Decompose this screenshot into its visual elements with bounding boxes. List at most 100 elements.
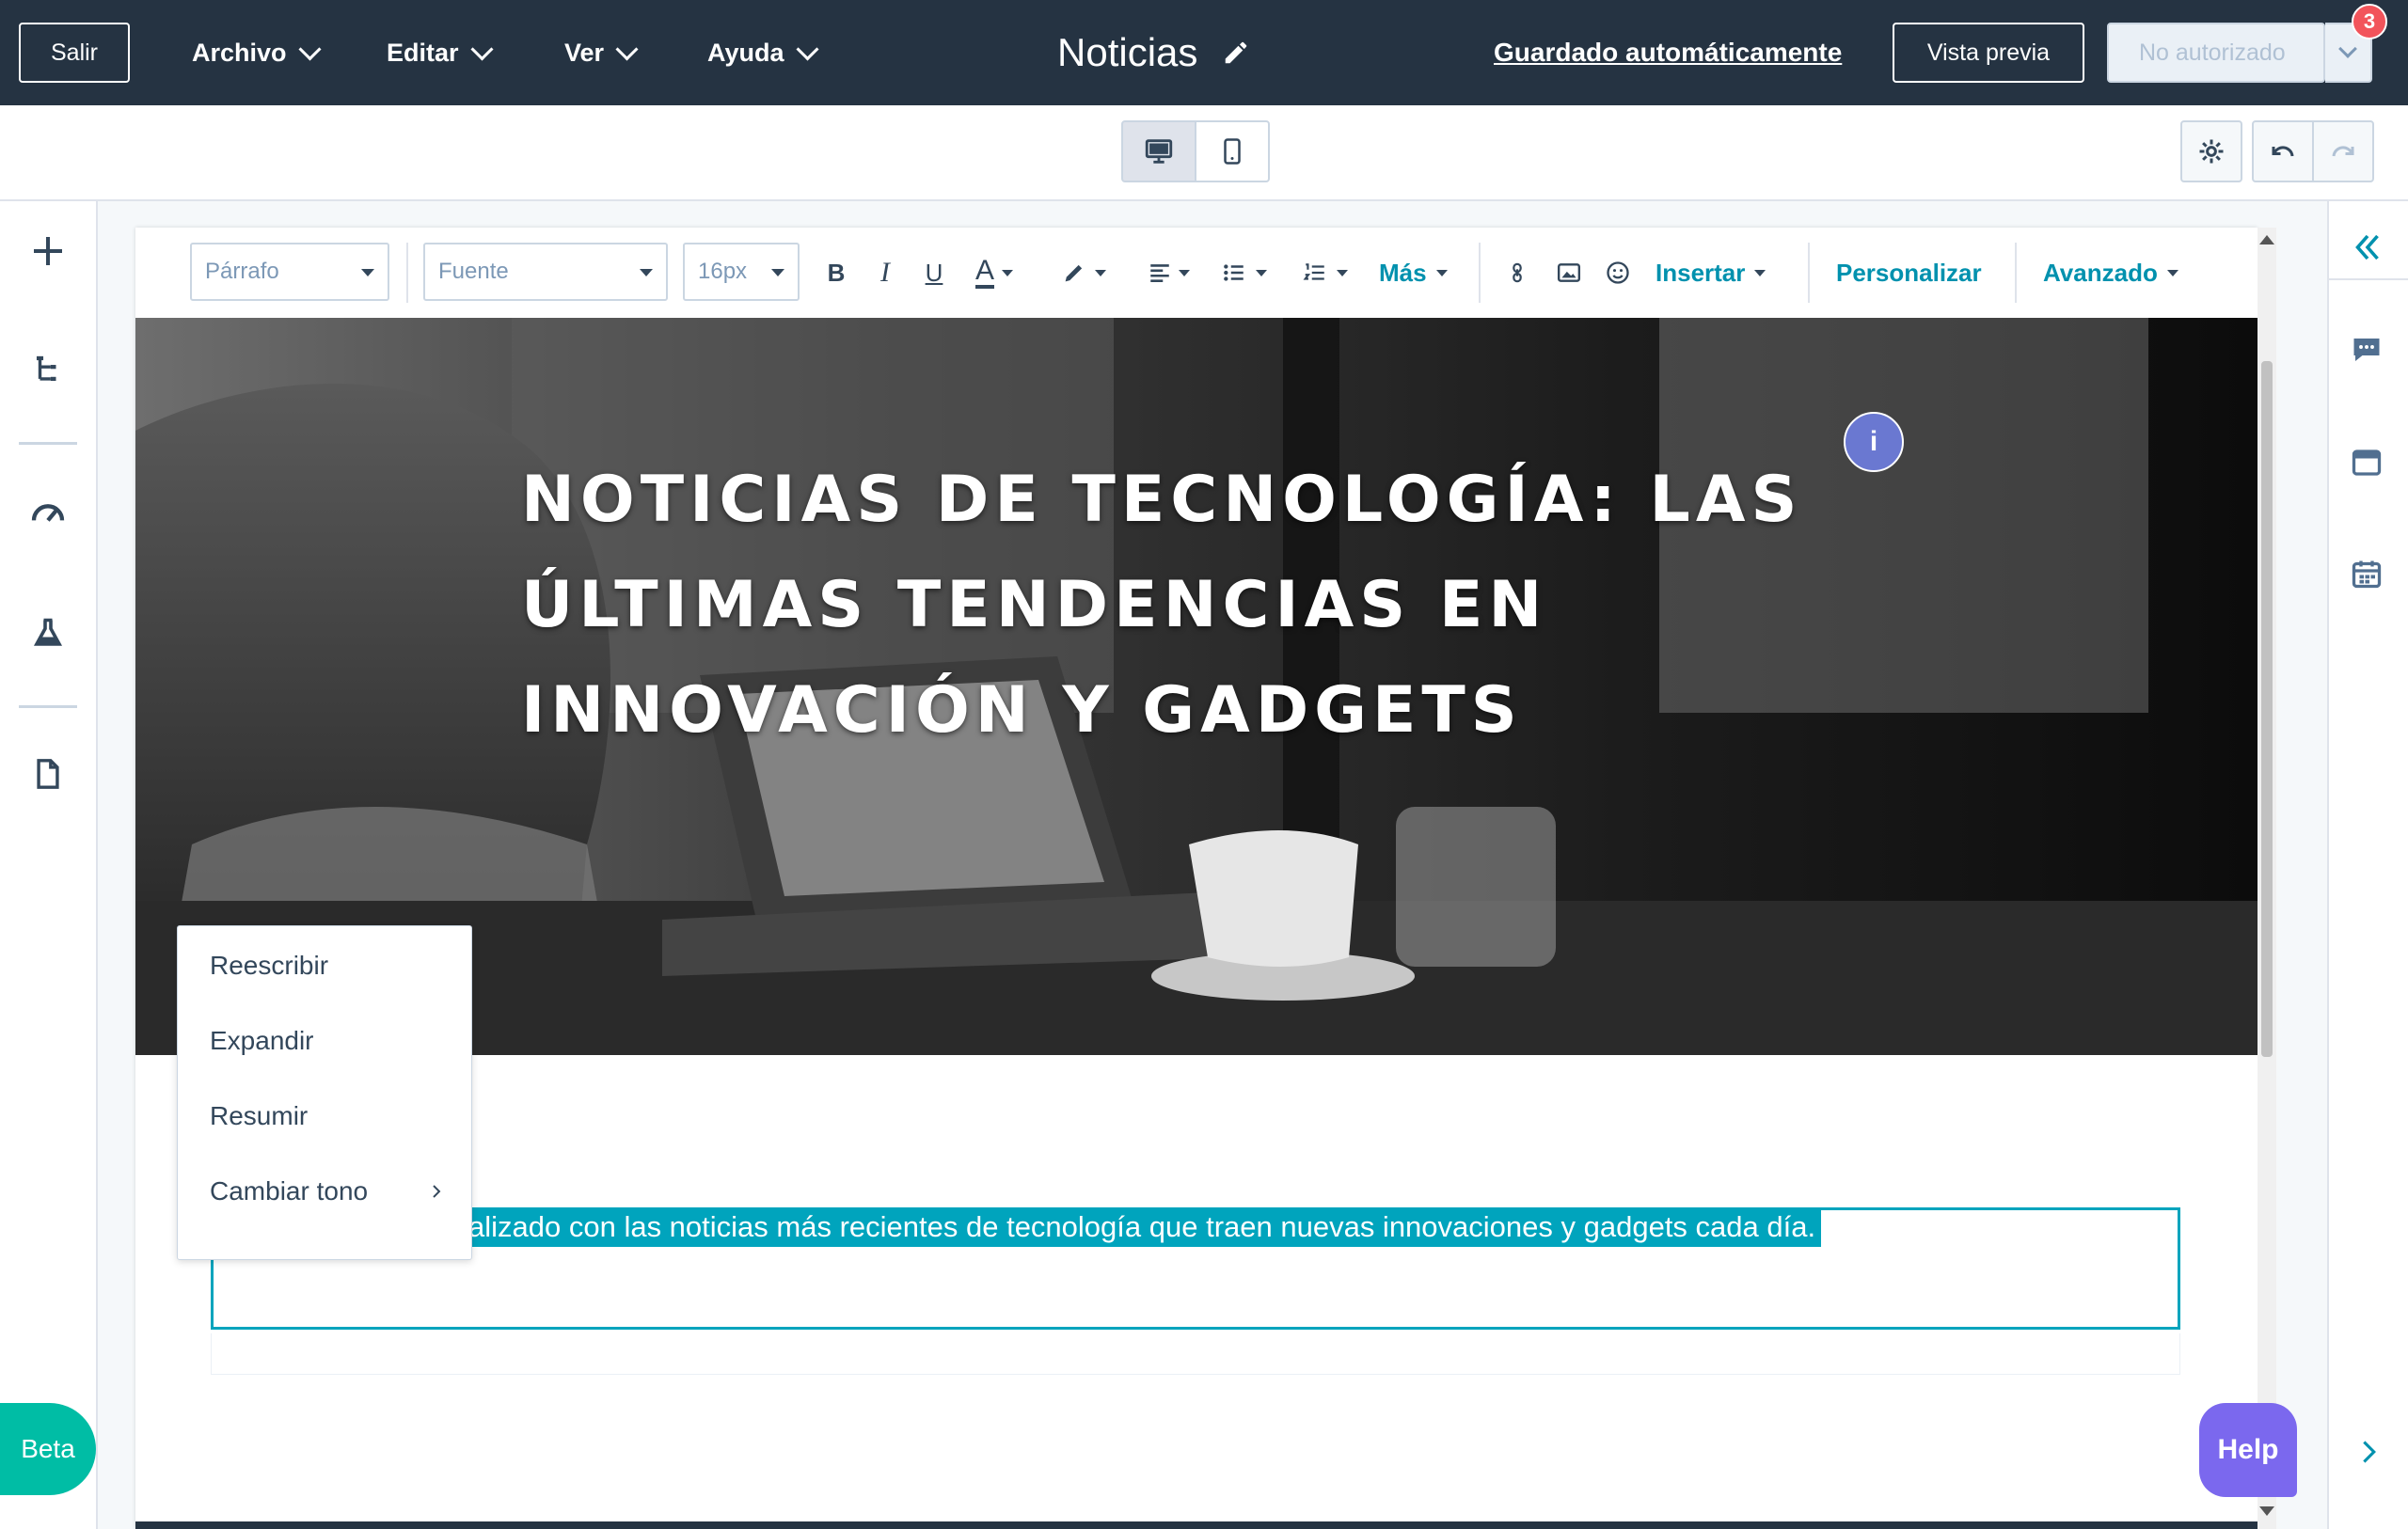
- comments-button[interactable]: [2350, 333, 2387, 370]
- divider: [406, 243, 408, 303]
- font-select[interactable]: Fuente: [423, 243, 668, 301]
- left-sidebar: [0, 201, 98, 1529]
- right-sidebar: [2327, 201, 2408, 1529]
- menu-label: Ver: [564, 38, 605, 67]
- document-icon: [37, 759, 59, 789]
- caret-down-icon: [771, 269, 784, 276]
- italic-button[interactable]: I: [869, 252, 901, 293]
- divider: [2015, 243, 2017, 303]
- highlight-button[interactable]: [1054, 252, 1114, 293]
- redo-button[interactable]: [2312, 120, 2374, 182]
- emoji-icon: [1607, 261, 1629, 284]
- chevron-right-icon: [2363, 1441, 2376, 1463]
- font-size-select[interactable]: 16px: [683, 243, 800, 301]
- hero-title-line: INNOVACIÓN Y GADGETS: [521, 673, 1523, 748]
- underline-button[interactable]: U: [918, 252, 950, 293]
- link-icon: [1513, 262, 1522, 283]
- help-button[interactable]: Help: [2199, 1403, 2297, 1497]
- page-title-group[interactable]: Noticias: [1057, 26, 1250, 79]
- customize-button[interactable]: Personalizar: [1836, 252, 1982, 293]
- advanced-label: Avanzado: [2043, 258, 2158, 287]
- mobile-view-button[interactable]: [1195, 120, 1270, 182]
- divider: [2329, 278, 2408, 280]
- image-icon: [1557, 263, 1581, 282]
- gauge-icon: [31, 504, 65, 522]
- undo-icon: [2272, 146, 2294, 157]
- autosave-link[interactable]: Guardado automáticamente: [1494, 30, 1842, 75]
- advanced-button[interactable]: Avanzado: [2043, 252, 2178, 293]
- empty-module-row[interactable]: [211, 1333, 2180, 1375]
- menu-item-rewrite[interactable]: Reescribir: [210, 947, 328, 985]
- bold-button[interactable]: B: [820, 252, 852, 293]
- menu-ayuda[interactable]: Ayuda: [707, 0, 819, 105]
- menu-label: Editar: [387, 38, 459, 67]
- font-color-glyph: A: [974, 257, 994, 289]
- selected-body-text[interactable]: alizado con las noticias más recientes d…: [468, 1207, 1822, 1247]
- scrollbar-thumb[interactable]: [2261, 361, 2273, 1057]
- schedule-button[interactable]: [2350, 557, 2387, 594]
- menu-item-expand[interactable]: Expandir: [210, 1022, 314, 1060]
- numbered-list-button[interactable]: [1292, 252, 1356, 293]
- beta-button[interactable]: Beta: [0, 1403, 96, 1495]
- preview-panel-button[interactable]: [2350, 446, 2387, 483]
- notification-badge: 3: [2352, 4, 2387, 39]
- pencil-icon[interactable]: [1222, 39, 1250, 67]
- undo-button[interactable]: [2252, 120, 2314, 182]
- flask-icon: [33, 618, 63, 646]
- caret-down-icon: [1179, 269, 1190, 276]
- select-value: 16px: [698, 259, 748, 284]
- publish-button-group[interactable]: No autorizado: [2107, 23, 2327, 83]
- calendar-icon: [2352, 560, 2382, 589]
- optimize-button[interactable]: [19, 483, 77, 542]
- settings-button[interactable]: [2180, 120, 2242, 182]
- link-button[interactable]: [1501, 252, 1533, 293]
- image-button[interactable]: [1552, 252, 1586, 293]
- divider: [1808, 243, 1810, 303]
- caret-down-icon: [2166, 269, 2178, 276]
- numbered-list-icon: [1303, 263, 1324, 280]
- ai-assistant-menu: Reescribir Expandir Resumir Cambiar tono: [177, 925, 472, 1260]
- emoji-button[interactable]: [1601, 252, 1635, 293]
- mobile-icon: [1224, 138, 1241, 165]
- menu-item-summarize[interactable]: Resumir: [210, 1097, 308, 1135]
- chevron-down-icon: [298, 37, 322, 61]
- menu-ver[interactable]: Ver: [564, 0, 639, 105]
- desktop-view-button[interactable]: [1121, 120, 1196, 182]
- select-value: Fuente: [438, 259, 509, 284]
- more-button[interactable]: Más: [1379, 252, 1448, 293]
- insert-button[interactable]: Insertar: [1656, 252, 1766, 293]
- preview-button[interactable]: Vista previa: [1893, 23, 2084, 83]
- align-left-icon: [1150, 264, 1169, 282]
- test-button[interactable]: [19, 604, 77, 662]
- chat-icon: [2353, 339, 2380, 361]
- publish-button[interactable]: No autorizado: [2109, 24, 2325, 81]
- hero-title[interactable]: NOTICIAS DE TECNOLOGÍA: LAS ÚLTIMAS TEND…: [521, 448, 1932, 764]
- double-chevron-left-icon: [2355, 234, 2379, 260]
- scroll-down-arrow-icon[interactable]: [2259, 1506, 2274, 1516]
- chevron-down-icon: [470, 37, 494, 61]
- add-module-button[interactable]: [19, 222, 77, 280]
- caret-down-icon: [361, 269, 374, 276]
- paragraph-style-select[interactable]: Párrafo: [190, 243, 389, 301]
- align-button[interactable]: [1142, 252, 1195, 293]
- top-bar: Salir Archivo Editar Ver Ayuda Noticias …: [0, 0, 2408, 105]
- menu-item-change-tone[interactable]: Cambiar tono: [210, 1173, 445, 1210]
- page-title: Noticias: [1057, 30, 1198, 74]
- expand-panel-button[interactable]: [2350, 1433, 2387, 1471]
- divider: [19, 442, 77, 445]
- insert-label: Insertar: [1656, 258, 1746, 287]
- chevron-down-icon: [2338, 39, 2357, 58]
- divider: [1479, 243, 1481, 303]
- menu-editar[interactable]: Editar: [387, 0, 494, 105]
- scroll-up-arrow-icon[interactable]: [2259, 235, 2274, 244]
- menu-item-label: Cambiar tono: [210, 1176, 369, 1206]
- chevron-right-icon: [433, 1185, 441, 1198]
- layers-button[interactable]: [19, 340, 77, 399]
- page-settings-button[interactable]: [19, 745, 77, 803]
- collapse-panel-button[interactable]: [2338, 218, 2397, 276]
- font-color-button[interactable]: A: [965, 252, 1023, 293]
- bullet-list-button[interactable]: [1212, 252, 1275, 293]
- info-button[interactable]: i: [1844, 412, 1904, 472]
- menu-archivo[interactable]: Archivo: [192, 0, 322, 105]
- exit-button[interactable]: Salir: [19, 23, 130, 83]
